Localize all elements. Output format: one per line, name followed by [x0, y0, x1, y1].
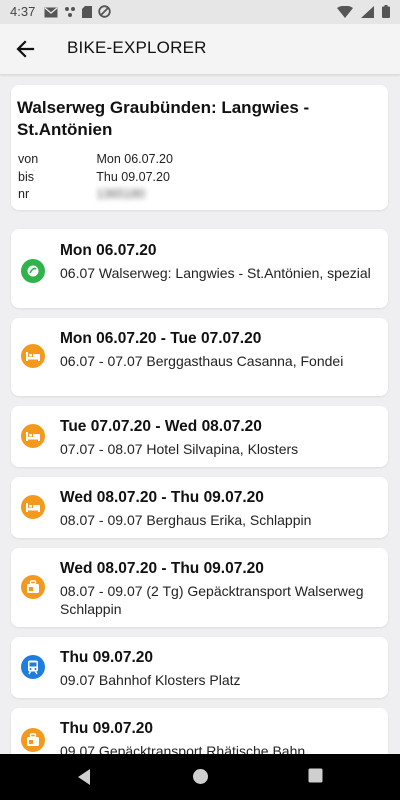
blocked-icon [98, 5, 111, 21]
status-bar: 4:37 [0, 0, 400, 24]
battery-icon [382, 5, 390, 21]
circle-home-icon [192, 769, 209, 789]
itinerary-item[interactable]: Mon 06.07.20 06.07 Walserweg: Langwies -… [11, 229, 388, 308]
bed-icon [21, 495, 45, 519]
meta-row-nr: nr 1365180 [18, 187, 145, 201]
itinerary-item[interactable]: Wed 08.07.20 - Thu 09.07.20 08.07 - 09.0… [11, 548, 388, 627]
to-value: Thu 09.07.20 [96, 170, 170, 184]
item-description: 07.07 - 08.07 Hotel Silvapina, Klosters [60, 441, 299, 457]
from-label: von [18, 152, 39, 166]
luggage-icon [21, 575, 45, 599]
item-description: 08.07 - 09.07 Berghaus Erika, Schlappin [60, 512, 312, 528]
square-recents-icon [308, 768, 323, 787]
nav-recents-button[interactable] [308, 768, 323, 788]
mail-icon [44, 6, 58, 21]
itinerary-item[interactable]: Thu 09.07.20 09.07 Bahnhof Klosters Plat… [11, 637, 388, 698]
meta-row-from: von Mon 06.07.20 [18, 152, 173, 166]
tour-info-card: Walserweg Graubünden: Langwies - St.Antö… [11, 85, 388, 210]
item-date: Mon 06.07.20 - Tue 07.07.20 [60, 330, 262, 347]
luggage-icon [21, 728, 45, 752]
item-date: Wed 08.07.20 - Thu 09.07.20 [60, 560, 264, 577]
app-title: BIKE-EXPLORER [67, 38, 207, 57]
meta-row-to: bis Thu 09.07.20 [18, 170, 170, 184]
back-button[interactable] [12, 36, 40, 62]
item-date: Thu 09.07.20 [60, 649, 154, 666]
to-label: bis [18, 170, 34, 184]
sd-card-icon [82, 5, 92, 21]
bed-icon [21, 424, 45, 448]
system-navigation-bar [0, 754, 400, 800]
route-icon [21, 259, 45, 283]
train-icon [21, 655, 45, 679]
arrow-back-icon [12, 40, 40, 66]
from-value: Mon 06.07.20 [96, 152, 173, 166]
status-time: 4:37 [10, 4, 36, 19]
item-description: 09.07 Bahnhof Klosters Platz [60, 672, 241, 688]
wifi-icon [337, 5, 353, 21]
signal-icon [361, 5, 374, 21]
itinerary-item[interactable]: Tue 07.07.20 - Wed 08.07.20 07.07 - 08.0… [11, 406, 388, 467]
app-bar: BIKE-EXPLORER [0, 24, 400, 75]
item-date: Wed 08.07.20 - Thu 09.07.20 [60, 489, 264, 506]
item-description: 06.07 - 07.07 Berggasthaus Casanna, Fond… [60, 353, 344, 369]
item-date: Mon 06.07.20 [60, 242, 157, 259]
tour-title: Walserweg Graubünden: Langwies - St.Antö… [17, 98, 310, 139]
nr-value: 1365180 [96, 187, 146, 201]
triangle-back-icon [76, 769, 92, 790]
nav-home-button[interactable] [192, 768, 209, 790]
item-date: Tue 07.07.20 - Wed 08.07.20 [60, 418, 262, 435]
network-icon [64, 6, 76, 21]
item-date: Thu 09.07.20 [60, 720, 154, 737]
itinerary-item[interactable]: Wed 08.07.20 - Thu 09.07.20 08.07 - 09.0… [11, 477, 388, 538]
nav-back-button[interactable] [76, 768, 92, 791]
bed-icon [21, 344, 45, 368]
item-description: 06.07 Walserweg: Langwies - St.Antönien,… [60, 265, 371, 281]
item-description: 08.07 - 09.07 (2 Tg) Gepäcktransport Wal… [60, 583, 364, 617]
nr-label: nr [18, 187, 30, 201]
itinerary-item[interactable]: Mon 06.07.20 - Tue 07.07.20 06.07 - 07.0… [11, 318, 388, 396]
